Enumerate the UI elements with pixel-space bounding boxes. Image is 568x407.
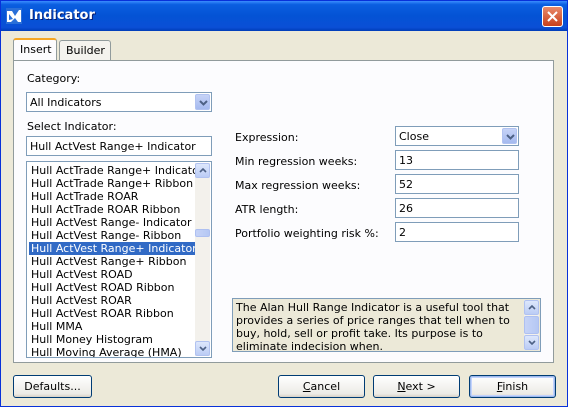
chevron-down-icon bbox=[199, 346, 207, 351]
chevron-up-icon bbox=[528, 305, 536, 310]
chevron-down-icon bbox=[528, 340, 536, 345]
portfolio-weighting-risk-field[interactable]: 2 bbox=[395, 222, 519, 242]
finish-button[interactable]: Finish bbox=[469, 375, 556, 398]
close-button[interactable] bbox=[542, 6, 563, 27]
min-regression-weeks-value: 13 bbox=[399, 154, 413, 167]
list-item[interactable]: Hull ActTrade Range+ Indicator bbox=[29, 164, 196, 177]
next-button[interactable]: Next > bbox=[373, 375, 460, 398]
max-regression-weeks-field[interactable]: 52 bbox=[395, 174, 519, 194]
tab-builder[interactable]: Builder bbox=[59, 40, 111, 60]
list-item[interactable]: Hull Money Histogram bbox=[29, 333, 196, 346]
list-item[interactable]: Hull ActTrade ROAR Ribbon bbox=[29, 203, 196, 216]
max-regression-weeks-value: 52 bbox=[399, 178, 413, 191]
chevron-down-icon[interactable] bbox=[195, 94, 210, 110]
insert-panel: Category: All Indicators Select Indicato… bbox=[13, 60, 554, 363]
description-scrollbar[interactable] bbox=[524, 300, 539, 350]
tab-insert[interactable]: Insert bbox=[13, 38, 57, 60]
atr-length-value: 26 bbox=[399, 202, 413, 215]
scroll-thumb[interactable] bbox=[195, 229, 210, 237]
scroll-down-button[interactable] bbox=[524, 335, 539, 350]
finish-button-label: inish bbox=[502, 380, 529, 393]
title-bar[interactable]: Indicator bbox=[1, 1, 567, 31]
list-item[interactable]: Hull ActVest ROAR Ribbon bbox=[29, 307, 196, 320]
category-label: Category: bbox=[27, 72, 81, 85]
next-mnemonic: N bbox=[397, 380, 406, 393]
list-item-selected[interactable]: Hull ActVest Range+ Indicator bbox=[29, 242, 196, 255]
indicator-name-value: Hull ActVest Range+ Indicator bbox=[30, 140, 196, 153]
indicator-list-scrollbar[interactable] bbox=[195, 163, 210, 356]
category-value: All Indicators bbox=[30, 96, 102, 109]
indicator-name-field[interactable]: Hull ActVest Range+ Indicator bbox=[26, 136, 212, 156]
max-regression-weeks-label: Max regression weeks: bbox=[235, 179, 361, 192]
expression-label: Expression: bbox=[235, 131, 299, 144]
chevron-up-icon bbox=[199, 168, 207, 173]
defaults-button-label: Defaults... bbox=[24, 380, 81, 393]
close-icon bbox=[547, 11, 558, 22]
indicator-list[interactable]: Hull ActTrade Range+ Indicator Hull ActT… bbox=[26, 161, 212, 358]
list-item[interactable]: Hull ActVest Range+ Ribbon bbox=[29, 255, 196, 268]
next-button-label: ext > bbox=[405, 380, 436, 393]
defaults-button[interactable]: Defaults... bbox=[13, 375, 92, 398]
min-regression-weeks-label: Min regression weeks: bbox=[235, 155, 358, 168]
list-item[interactable]: Hull ActTrade Range+ Ribbon bbox=[29, 177, 196, 190]
cancel-button[interactable]: Cancel bbox=[278, 375, 365, 398]
portfolio-weighting-risk-value: 2 bbox=[399, 226, 406, 239]
min-regression-weeks-field[interactable]: 13 bbox=[395, 150, 519, 170]
indicator-dialog: Indicator Insert Builder Category: All I… bbox=[0, 0, 568, 407]
list-item[interactable]: Hull ActVest ROAR bbox=[29, 294, 196, 307]
scroll-thumb[interactable] bbox=[524, 316, 539, 334]
scroll-up-button[interactable] bbox=[195, 163, 210, 178]
tab-insert-label: Insert bbox=[20, 43, 52, 56]
list-item[interactable]: Hull Moving Average (HMA) bbox=[29, 346, 196, 357]
list-item[interactable]: Hull MMA bbox=[29, 320, 196, 333]
chevron-down-icon[interactable] bbox=[502, 128, 517, 144]
atr-length-label: ATR length: bbox=[235, 203, 299, 216]
description-text: The Alan Hull Range Indicator is a usefu… bbox=[236, 301, 510, 353]
list-item[interactable]: Hull ActVest Range- Indicator bbox=[29, 216, 196, 229]
category-dropdown[interactable]: All Indicators bbox=[26, 92, 212, 112]
atr-length-field[interactable]: 26 bbox=[395, 198, 519, 218]
expression-dropdown[interactable]: Close bbox=[395, 126, 519, 146]
indicator-description: The Alan Hull Range Indicator is a usefu… bbox=[232, 298, 541, 353]
expression-value: Close bbox=[399, 130, 429, 143]
window-title: Indicator bbox=[29, 8, 95, 23]
scroll-up-button[interactable] bbox=[524, 300, 539, 315]
list-item[interactable]: Hull ActVest ROAD Ribbon bbox=[29, 281, 196, 294]
list-item[interactable]: Hull ActVest Range- Ribbon bbox=[29, 229, 196, 242]
list-item[interactable]: Hull ActTrade ROAR bbox=[29, 190, 196, 203]
indicator-app-icon bbox=[6, 8, 22, 24]
portfolio-weighting-risk-label: Portfolio weighting risk %: bbox=[235, 227, 379, 240]
tab-builder-label: Builder bbox=[66, 44, 105, 57]
select-indicator-label: Select Indicator: bbox=[27, 120, 117, 133]
scroll-down-button[interactable] bbox=[195, 341, 210, 356]
list-item[interactable]: Hull ActVest ROAD bbox=[29, 268, 196, 281]
cancel-mnemonic: C bbox=[302, 380, 311, 393]
cancel-button-label: ancel bbox=[310, 380, 341, 393]
